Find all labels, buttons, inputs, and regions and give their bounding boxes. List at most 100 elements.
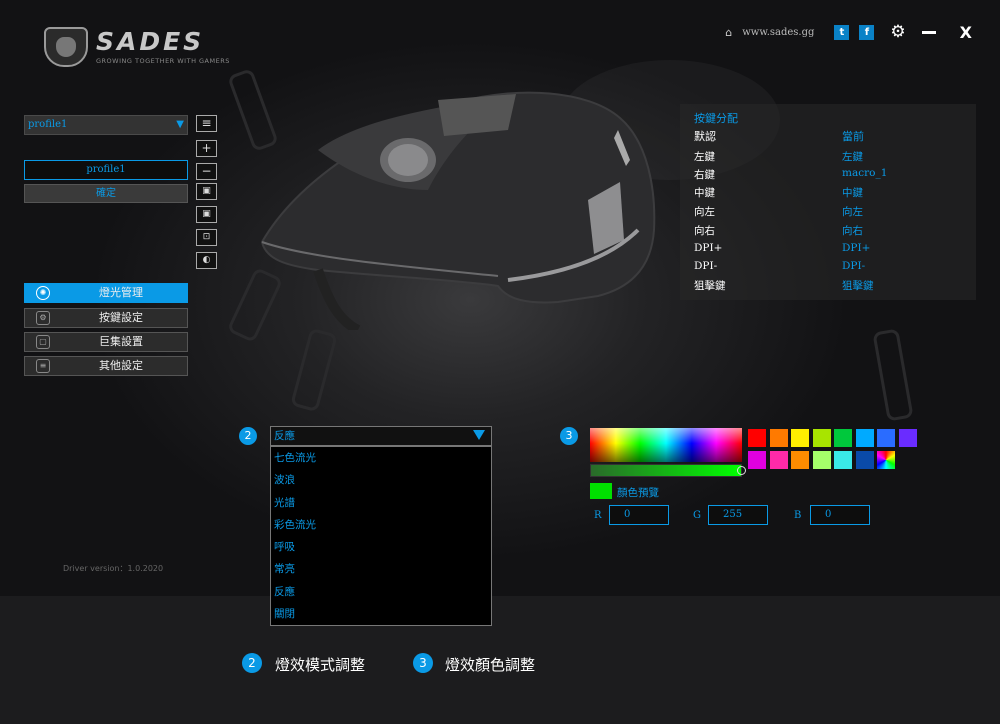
profile-name-input[interactable]: profile1 xyxy=(24,160,188,180)
color-preview-swatch xyxy=(590,483,612,499)
key-current: 向左 xyxy=(842,206,863,218)
legend-badge: 3 xyxy=(413,653,433,673)
key-default: 狙擊鍵 xyxy=(694,280,726,292)
color-swatch[interactable] xyxy=(855,429,874,447)
profile-select-value: profile1 xyxy=(28,119,68,130)
home-icon[interactable]: ⌂ xyxy=(725,26,732,39)
mode-option[interactable]: 彩色流光 xyxy=(271,514,491,536)
brightness-slider[interactable] xyxy=(590,464,746,477)
brand-tagline: GROWING TOGETHER WITH GAMERS xyxy=(96,57,230,65)
mouse-illustration xyxy=(260,91,656,330)
profile-select[interactable]: profile1 ▼ xyxy=(24,115,188,135)
key-row[interactable]: DPI+ DPI+ xyxy=(694,242,964,260)
key-current: DPI- xyxy=(842,260,866,272)
remove-profile-button[interactable]: − xyxy=(196,163,217,180)
import-icon[interactable]: ▣ xyxy=(196,183,217,200)
background-chain xyxy=(872,328,914,422)
save-icon[interactable]: ⊡ xyxy=(196,229,217,246)
key-default: 左鍵 xyxy=(694,151,715,163)
blue-input[interactable]: 0 xyxy=(810,505,870,525)
mode-option[interactable]: 反應 xyxy=(271,581,491,603)
legend-label: 燈效模式調整 xyxy=(275,656,366,674)
nav-label: 按鍵設定 xyxy=(99,311,143,324)
background-chain xyxy=(290,327,338,413)
mode-option[interactable]: 呼吸 xyxy=(271,536,491,558)
brightness-knob[interactable] xyxy=(737,466,746,475)
default-column-header: 默認 xyxy=(694,130,716,143)
driver-version: Driver version：1.0.2020 xyxy=(63,564,164,573)
key-current: macro_1 xyxy=(842,167,888,179)
color-swatch[interactable] xyxy=(791,429,809,447)
color-badge: 3 xyxy=(560,427,578,445)
key-row[interactable]: 狙擊鍵 狙擊鍵 xyxy=(694,278,964,296)
color-swatch[interactable] xyxy=(769,429,788,447)
brand-name: SADES xyxy=(96,27,205,56)
legend-label: 燈效顏色調整 xyxy=(445,656,536,674)
color-swatch[interactable] xyxy=(877,429,895,447)
color-preview-label: 顏色預覽 xyxy=(617,487,659,499)
mouse-cable xyxy=(313,268,361,330)
color-swatch[interactable] xyxy=(812,429,831,447)
key-default: 向左 xyxy=(694,206,715,218)
mode-option[interactable]: 關閉 xyxy=(271,603,491,625)
add-profile-button[interactable]: + xyxy=(196,140,217,157)
rainbow-swatch[interactable] xyxy=(877,450,895,469)
app-window: SADES GROWING TOGETHER WITH GAMERS ⌂ www… xyxy=(0,0,1000,596)
key-row[interactable]: 中鍵 中鍵 xyxy=(694,185,964,203)
color-swatch[interactable] xyxy=(791,450,809,469)
mode-option[interactable]: 七色流光 xyxy=(271,447,491,469)
green-input[interactable]: 255 xyxy=(708,505,768,525)
top-bar: ⌂ www.sades.gg t f ⚙ X xyxy=(725,22,972,42)
nav-macro-settings[interactable]: ▢ 巨集設置 xyxy=(24,332,188,352)
facebook-icon[interactable]: f xyxy=(859,24,875,40)
twitter-icon[interactable]: t xyxy=(834,24,850,40)
minimize-icon[interactable] xyxy=(921,30,936,34)
mode-badge: 2 xyxy=(239,427,257,445)
gear-icon[interactable]: ⚙ xyxy=(890,22,905,42)
nav-label: 其他設定 xyxy=(99,359,143,372)
confirm-button[interactable]: 確定 xyxy=(24,184,188,203)
key-default: 中鍵 xyxy=(694,187,715,199)
red-label: R xyxy=(594,510,602,521)
key-row[interactable]: 右鍵 macro_1 xyxy=(694,167,964,185)
effect-mode-select[interactable]: 反應 xyxy=(270,426,492,446)
mode-option[interactable]: 波浪 xyxy=(271,469,491,491)
key-row[interactable]: 向左 向左 xyxy=(694,204,964,222)
green-label: G xyxy=(693,510,701,521)
key-row[interactable]: 左鍵 左鍵 xyxy=(694,149,964,167)
mode-option[interactable]: 常亮 xyxy=(271,558,491,580)
menu-icon[interactable]: ≡ xyxy=(196,115,217,132)
nav-light-management[interactable]: ✺ 燈光管理 xyxy=(24,283,188,303)
reset-icon[interactable]: ◐ xyxy=(196,252,217,269)
mouse-top-button xyxy=(438,94,516,136)
website-link[interactable]: www.sades.gg xyxy=(742,27,814,38)
color-swatch[interactable] xyxy=(769,450,788,469)
effect-mode-dropdown: 七色流光 波浪 光譜 彩色流光 呼吸 常亮 反應 關閉 xyxy=(270,446,492,626)
key-default: 向右 xyxy=(694,225,715,237)
key-current: 狙擊鍵 xyxy=(842,280,874,292)
key-default: 右鍵 xyxy=(694,169,715,181)
color-swatch[interactable] xyxy=(834,429,852,447)
key-row[interactable]: 向右 向右 xyxy=(694,223,964,241)
nav-key-settings[interactable]: ⚙ 按鍵設定 xyxy=(24,308,188,328)
legend-badge: 2 xyxy=(242,653,262,673)
red-input[interactable]: 0 xyxy=(609,505,669,525)
export-icon[interactable]: ▣ xyxy=(196,206,217,223)
wolf-shield-icon xyxy=(44,27,88,67)
nav-other-settings[interactable]: ≡ 其他設定 xyxy=(24,356,188,376)
color-swatch[interactable] xyxy=(748,429,766,447)
key-assignment-panel: 按鍵分配 默認 當前 左鍵 左鍵 右鍵 macro_1 中鍵 中鍵 向左 向左 向右 向右… xyxy=(680,104,976,300)
close-icon[interactable]: X xyxy=(960,23,972,42)
chevron-down-icon: ▼ xyxy=(176,119,184,130)
color-swatch[interactable] xyxy=(812,450,831,469)
key-row[interactable]: DPI- DPI- xyxy=(694,260,964,278)
color-swatch[interactable] xyxy=(748,450,766,469)
nav-label: 巨集設置 xyxy=(99,335,143,348)
effect-mode-value: 反應 xyxy=(274,430,295,442)
color-spectrum-picker[interactable] xyxy=(590,428,742,462)
color-swatch[interactable] xyxy=(855,450,874,469)
mode-option[interactable]: 光譜 xyxy=(271,492,491,514)
key-current: DPI+ xyxy=(842,242,871,254)
color-swatch[interactable] xyxy=(898,429,917,447)
color-swatch[interactable] xyxy=(834,450,852,469)
